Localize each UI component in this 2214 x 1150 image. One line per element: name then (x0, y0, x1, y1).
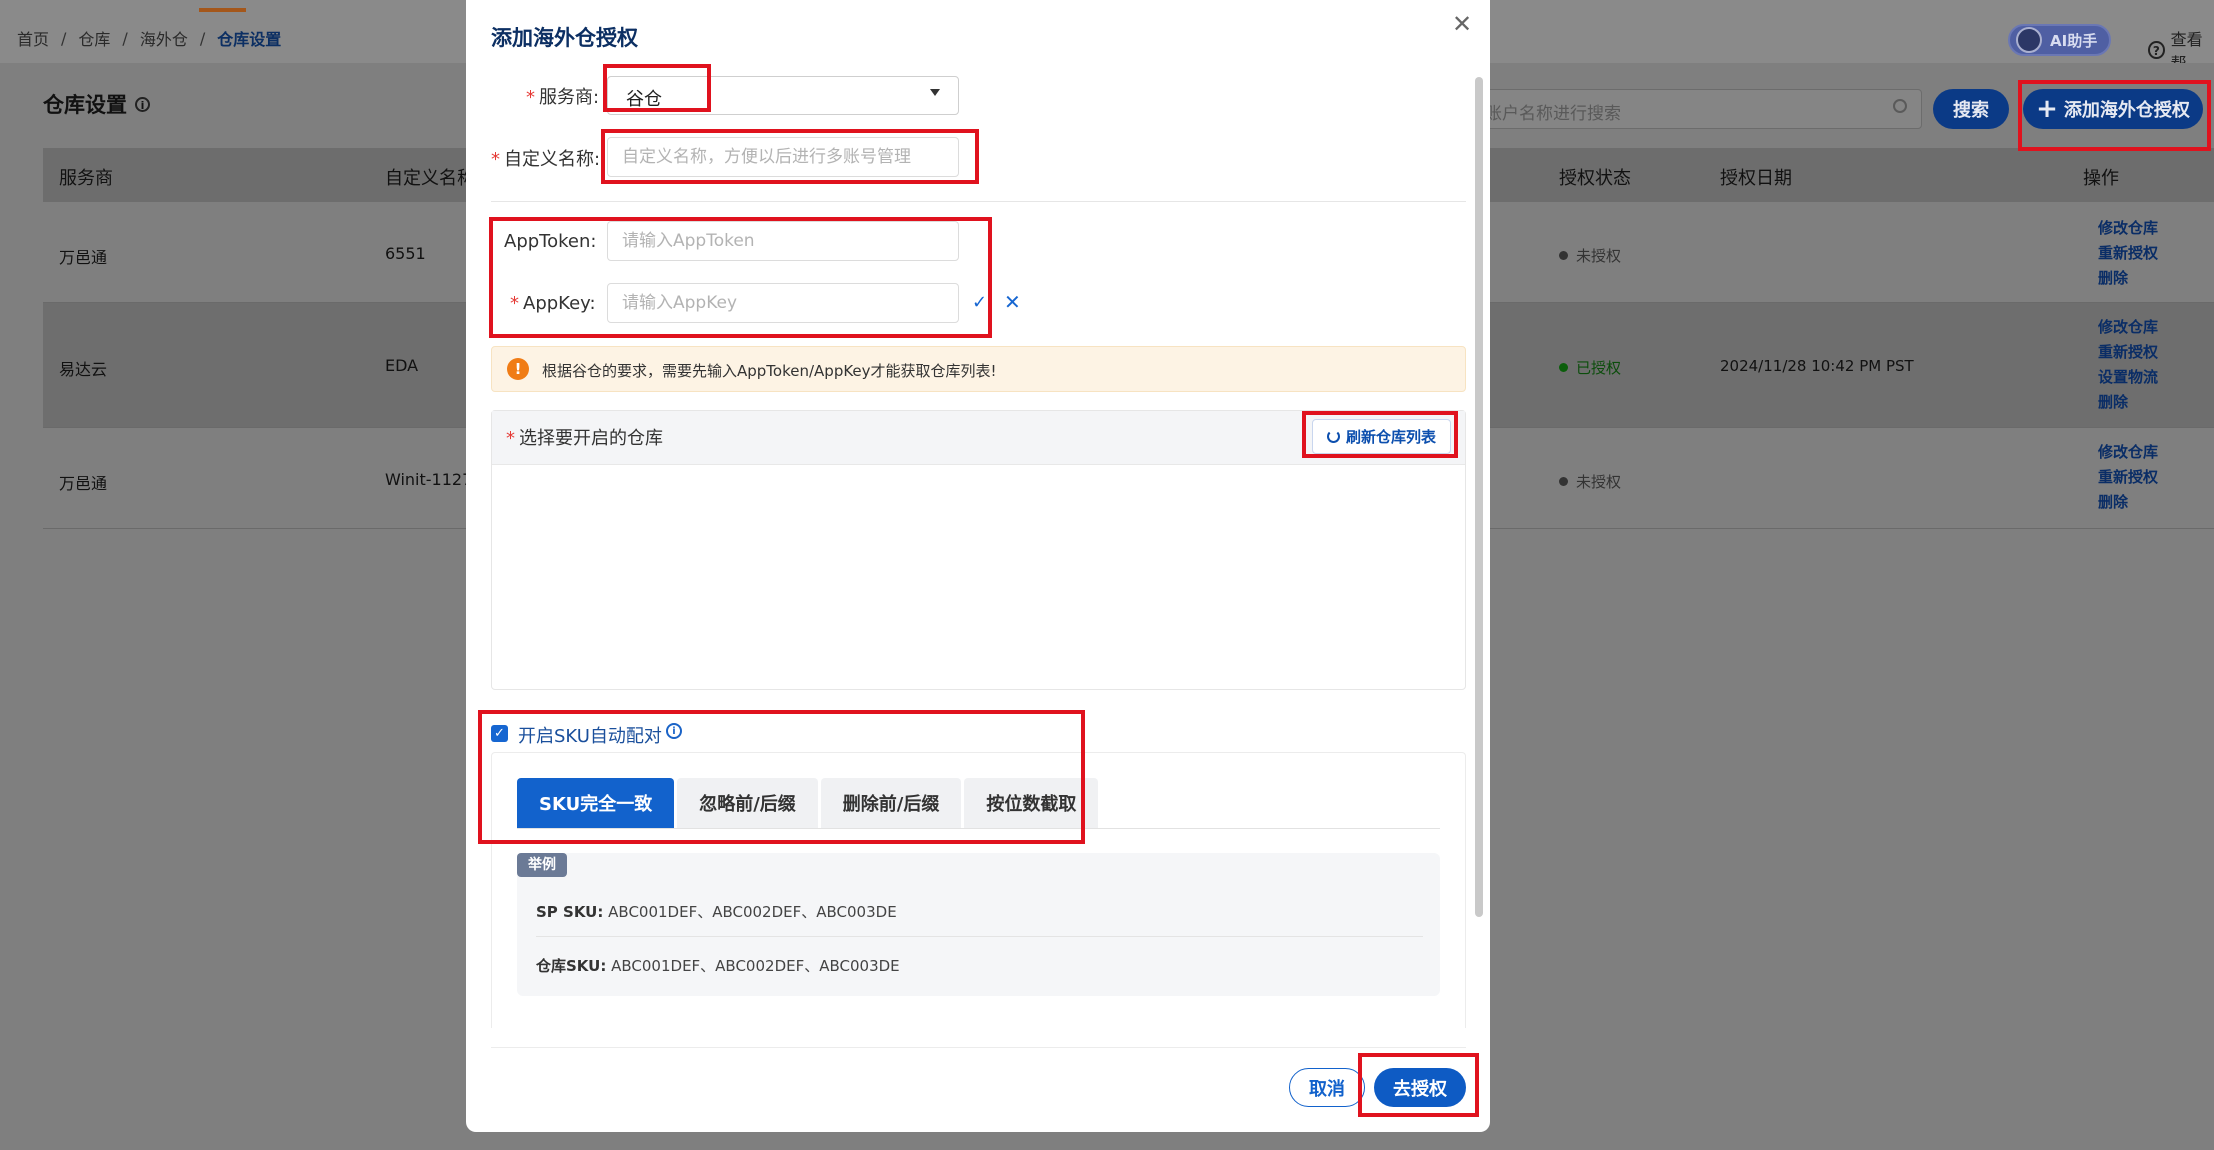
caret-down-icon (930, 89, 940, 96)
clear-x-icon[interactable]: ✕ (1004, 290, 1021, 314)
warning-text: 根据谷仓的要求，需要先输入AppToken/AppKey才能获取仓库列表! (542, 362, 997, 380)
section-divider (491, 201, 1466, 202)
row-actions: 修改仓库 重新授权 删除 (2098, 440, 2158, 515)
warehouse-list-label-text: 选择要开启的仓库 (519, 428, 663, 449)
breadcrumb: 首页 / 仓库 / 海外仓 / 仓库设置 (17, 26, 281, 50)
example-sp-label: SP SKU: (536, 903, 604, 921)
ai-assistant-button[interactable]: AI助手 (2008, 24, 2111, 56)
search-placeholder: 账户名称进行搜索 (1485, 104, 1621, 124)
reauthorize-link[interactable]: 重新授权 (2098, 241, 2158, 266)
warehouse-list-label: * 选择要开启的仓库 (506, 424, 663, 450)
col-custom-name: 自定义名称 (385, 168, 475, 189)
row-actions: 修改仓库 重新授权 设置物流 删除 (2098, 315, 2158, 415)
delete-link[interactable]: 删除 (2098, 490, 2158, 515)
annotation-box (489, 217, 992, 338)
status-dot (1559, 363, 1568, 372)
required-mark: * (526, 87, 535, 108)
example-wh-values: ABC001DEF、ABC002DEF、ABC003DE (611, 957, 900, 975)
cell-custom-name: EDA (385, 356, 419, 375)
annotation-box (2018, 80, 2211, 151)
ai-assistant-label: AI助手 (2050, 31, 2098, 50)
delete-link[interactable]: 删除 (2098, 390, 2158, 415)
row-actions: 修改仓库 重新授权 删除 (2098, 216, 2158, 291)
col-provider: 服务商 (59, 168, 113, 189)
warning-icon: ! (507, 358, 529, 380)
edit-warehouse-link[interactable]: 修改仓库 (2098, 216, 2158, 241)
footer-divider (491, 1047, 1466, 1048)
robot-icon (2016, 27, 2042, 53)
annotation-box (1358, 1053, 1479, 1117)
search-button[interactable]: 搜索 (1933, 89, 2009, 129)
breadcrumb-warehouse[interactable]: 仓库 (78, 26, 110, 50)
provider-label: * 服务商: (526, 83, 599, 109)
status-text: 已授权 (1576, 359, 1622, 377)
required-mark: * (491, 149, 500, 170)
close-icon[interactable]: ✕ (1452, 10, 1472, 38)
col-actions: 操作 (2083, 168, 2119, 189)
annotation-box (601, 129, 979, 184)
page-title-text: 仓库设置 (43, 93, 127, 117)
page-title: 仓库设置 i (43, 89, 150, 119)
modal-scrollbar[interactable] (1475, 77, 1483, 917)
cell-provider: 万邑通 (59, 474, 108, 493)
status-badge: 未授权 (1559, 245, 1621, 266)
cell-auth-date: 2024/11/28 10:42 PM PST (1720, 357, 1914, 375)
breadcrumb-separator: / (122, 28, 128, 48)
breadcrumb-current: 仓库设置 (217, 30, 282, 49)
breadcrumb-separator: / (61, 28, 67, 48)
delete-link[interactable]: 删除 (2098, 266, 2158, 291)
example-sp-values: ABC001DEF、ABC002DEF、ABC003DE (608, 903, 897, 921)
search-icon[interactable] (1893, 99, 1907, 113)
example-sp-sku: SP SKU: ABC001DEF、ABC002DEF、ABC003DE (536, 901, 897, 922)
col-auth-status: 授权状态 (1559, 168, 1631, 189)
provider-label-text: 服务商: (539, 87, 600, 108)
example-divider (536, 936, 1423, 937)
edit-warehouse-link[interactable]: 修改仓库 (2098, 440, 2158, 465)
col-auth-date: 授权日期 (1720, 168, 1792, 189)
breadcrumb-overseas[interactable]: 海外仓 (140, 26, 188, 50)
example-wh-label: 仓库SKU: (536, 957, 607, 975)
reauthorize-link[interactable]: 重新授权 (2098, 340, 2158, 365)
search-input[interactable]: 账户名称进行搜索 (1478, 89, 1922, 129)
status-dot (1559, 251, 1568, 260)
annotation-box (603, 64, 711, 112)
question-icon: ? (2148, 41, 2165, 59)
custom-name-label-text: 自定义名称: (504, 149, 601, 170)
annotation-box (1302, 411, 1458, 458)
annotation-box (478, 710, 1085, 844)
status-badge: 已授权 (1559, 357, 1621, 378)
cell-custom-name: Winit-1127 (385, 470, 473, 489)
cell-provider: 易达云 (59, 360, 108, 379)
tab-indicator (199, 8, 246, 12)
cancel-button[interactable]: 取消 (1289, 1068, 1365, 1107)
cell-custom-name: 6551 (385, 244, 426, 263)
status-text: 未授权 (1576, 247, 1622, 265)
set-logistics-link[interactable]: 设置物流 (2098, 365, 2158, 390)
info-icon[interactable]: i (135, 96, 150, 112)
modal-title: 添加海外仓授权 (491, 26, 638, 50)
status-dot (1559, 477, 1568, 486)
example-tag: 举例 (517, 853, 567, 877)
cell-provider: 万邑通 (59, 248, 108, 267)
reauthorize-link[interactable]: 重新授权 (2098, 465, 2158, 490)
status-text: 未授权 (1576, 473, 1622, 491)
edit-warehouse-link[interactable]: 修改仓库 (2098, 315, 2158, 340)
custom-name-label: * 自定义名称: (491, 145, 600, 171)
breadcrumb-separator: / (199, 28, 206, 48)
breadcrumb-home[interactable]: 首页 (17, 26, 49, 50)
required-mark: * (506, 428, 515, 449)
example-warehouse-sku: 仓库SKU: ABC001DEF、ABC002DEF、ABC003DE (536, 955, 900, 976)
status-badge: 未授权 (1559, 471, 1621, 492)
